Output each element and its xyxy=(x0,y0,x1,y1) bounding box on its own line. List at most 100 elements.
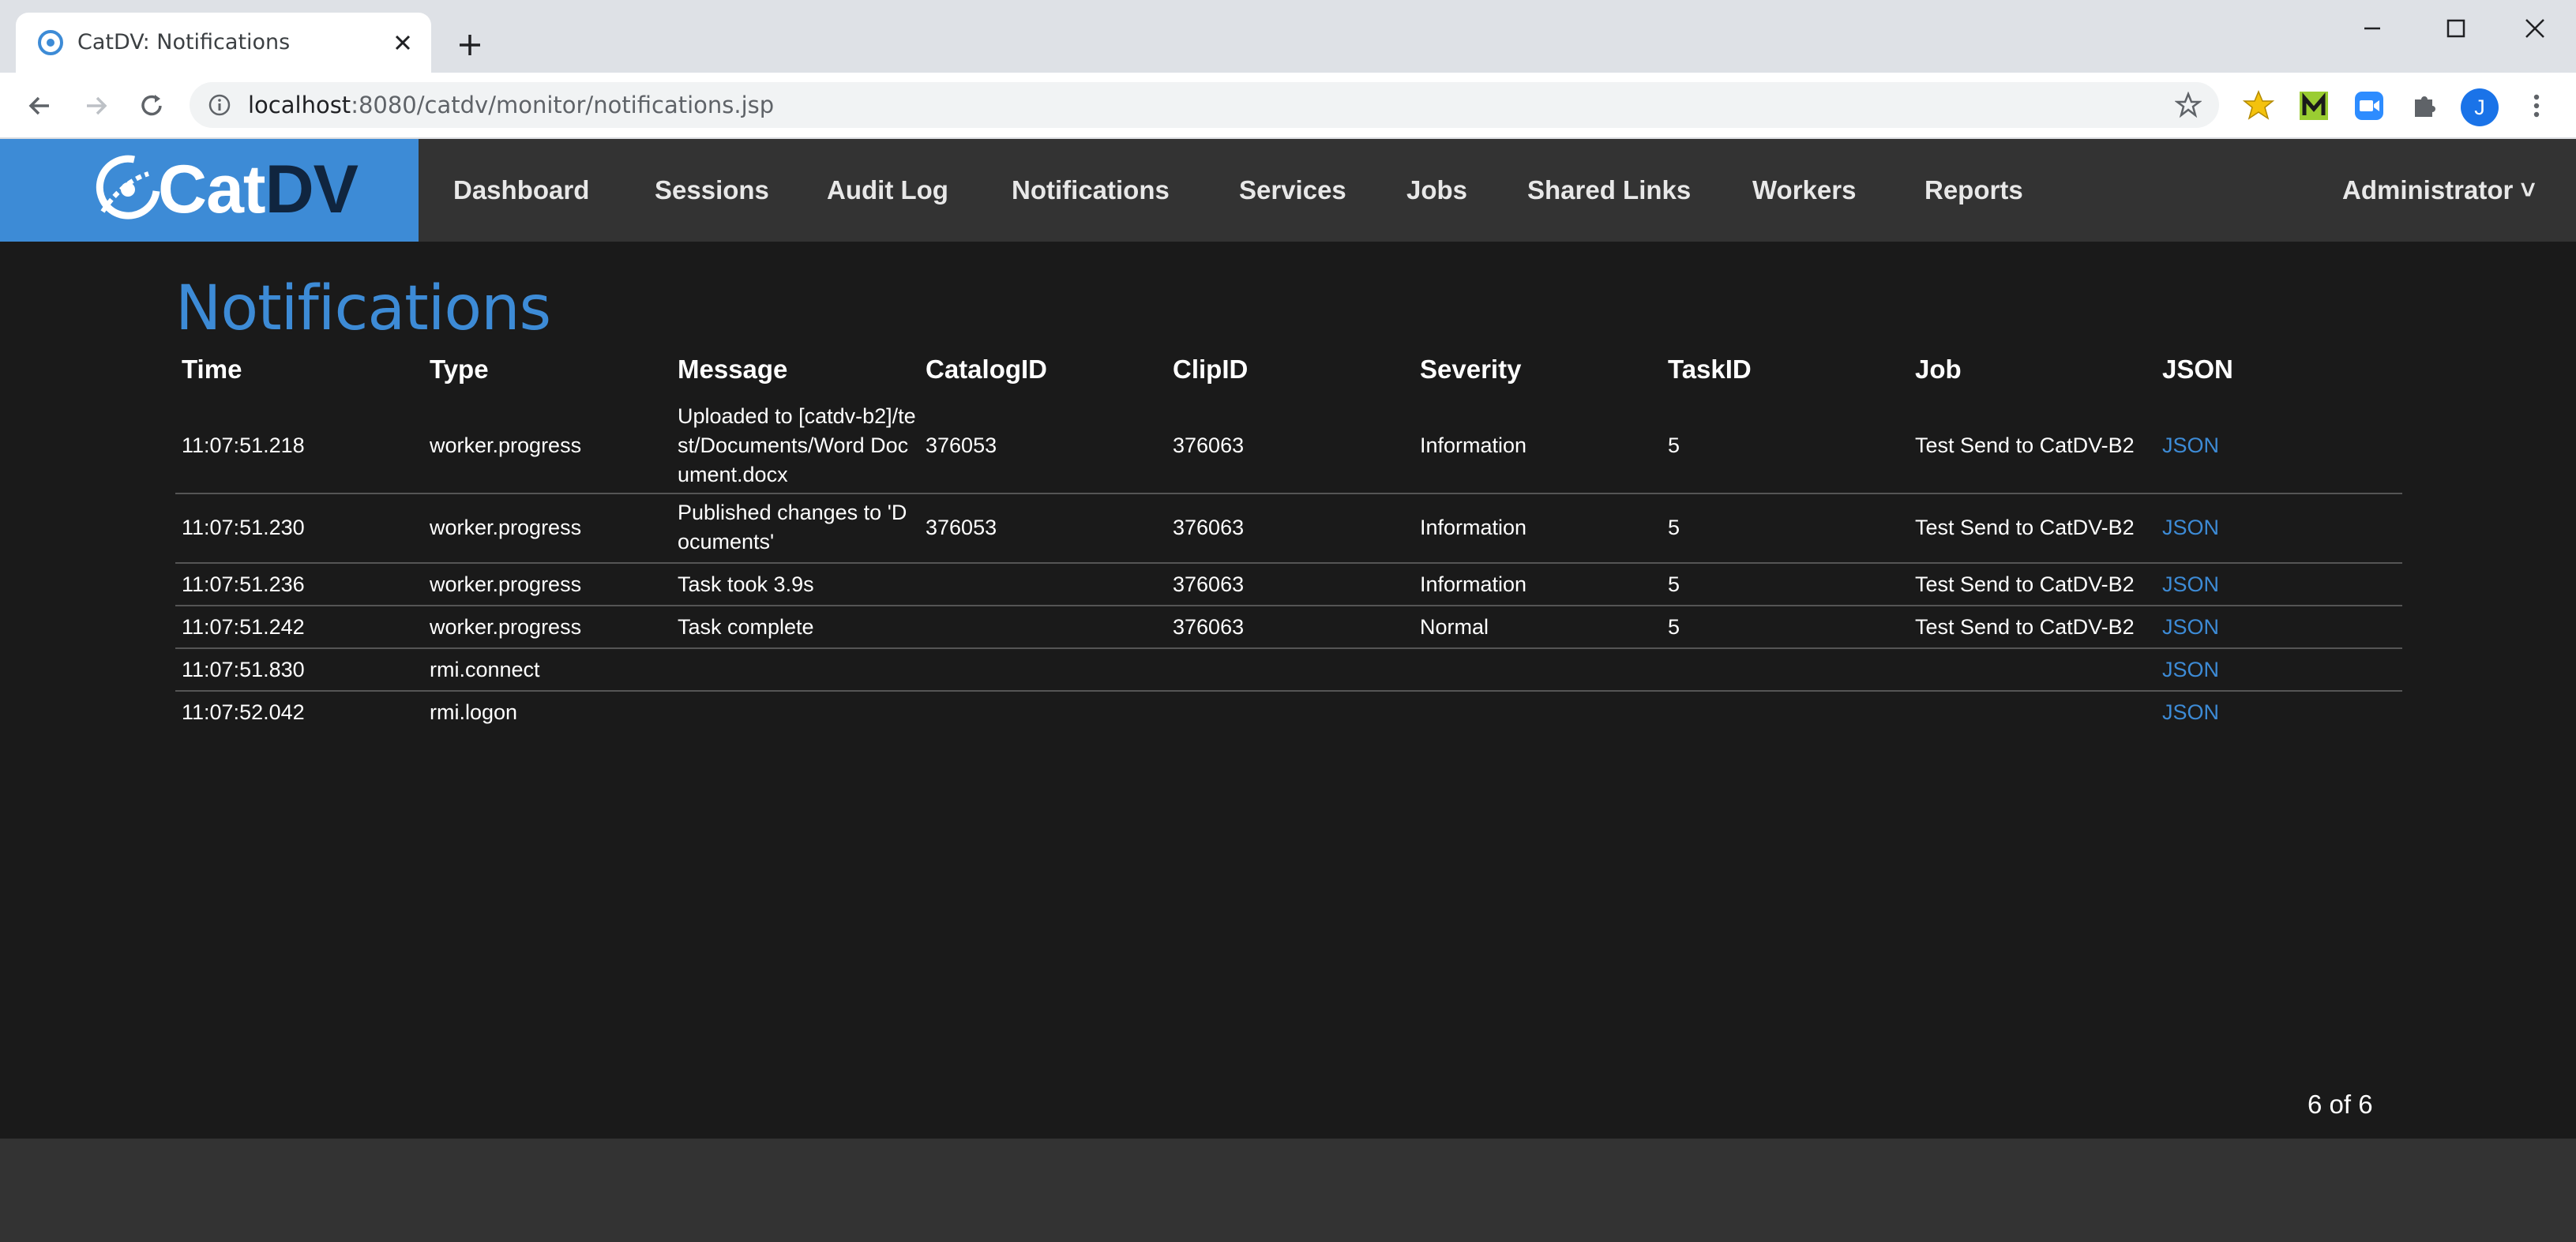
cell-json[interactable]: JSON xyxy=(2162,606,2219,647)
cell-job: Test Send to CatDV-B2 xyxy=(1915,564,2135,605)
cell-text: Test Send to CatDV-B2 xyxy=(1915,614,2135,639)
bookmarks-star-extension-icon[interactable] xyxy=(2241,88,2276,123)
extensions-puzzle-icon[interactable] xyxy=(2407,88,2442,123)
cell-message: Published changes to 'Documents' xyxy=(678,493,918,562)
cell-message: Uploaded to [catdv-b2]/test/Documents/Wo… xyxy=(678,398,918,493)
cell-taskid: 5 xyxy=(1668,398,1680,493)
col-header-json[interactable]: JSON xyxy=(2162,347,2233,392)
close-window-icon[interactable] xyxy=(2519,13,2551,44)
cell-job: Test Send to CatDV-B2 xyxy=(1915,398,2135,493)
page-title: Notifications xyxy=(175,273,551,344)
cell-json[interactable]: JSON xyxy=(2162,493,2219,562)
new-tab-icon[interactable] xyxy=(453,28,486,62)
cell-severity: Information xyxy=(1420,398,1526,493)
cell-clipid: 376063 xyxy=(1173,398,1244,493)
cell-text: 376063 xyxy=(1173,515,1245,539)
catdv-favicon-icon xyxy=(38,30,63,55)
bookmark-star-icon[interactable] xyxy=(2175,92,2202,118)
cell-severity: Normal xyxy=(1420,606,1489,647)
url-host: localhost xyxy=(248,92,351,118)
nav-notifications[interactable]: Notifications xyxy=(1012,139,1170,242)
cell-taskid: 5 xyxy=(1668,493,1680,562)
cell-text: 376063 xyxy=(1173,614,1245,639)
tab-title: CatDV: Notifications xyxy=(77,30,291,54)
json-link[interactable]: JSON xyxy=(2162,513,2219,542)
cell-text: Task complete xyxy=(678,614,814,639)
cell-time: 11:07:52.042 xyxy=(182,692,305,733)
page-footer xyxy=(0,1139,2576,1242)
json-link[interactable]: JSON xyxy=(2162,655,2219,685)
back-arrow-icon[interactable] xyxy=(22,88,57,123)
close-tab-icon[interactable] xyxy=(389,28,417,57)
col-header-severity[interactable]: Severity xyxy=(1420,347,1521,392)
table-row: 11:07:51.230 worker.progress Published cha… xyxy=(175,493,2402,564)
minimize-icon[interactable] xyxy=(2356,13,2388,44)
col-header-time[interactable]: Time xyxy=(182,347,242,392)
nav-services[interactable]: Services xyxy=(1239,139,1346,242)
nav-dashboard[interactable]: Dashboard xyxy=(453,139,589,242)
forward-arrow-icon[interactable] xyxy=(79,88,114,123)
film-reel-logo-icon xyxy=(96,155,160,220)
cell-text: worker.progress xyxy=(430,614,582,639)
col-header-job[interactable]: Job xyxy=(1915,347,1962,392)
cell-json[interactable]: JSON xyxy=(2162,398,2219,493)
cell-text: 11:07:51.242 xyxy=(182,614,305,639)
nav-audit-log[interactable]: Audit Log xyxy=(827,139,948,242)
profile-avatar[interactable]: J xyxy=(2461,88,2499,126)
json-link[interactable]: JSON xyxy=(2162,570,2219,599)
reload-icon[interactable] xyxy=(134,88,169,123)
table-header-row: Time Type Message CatalogID ClipID Sever… xyxy=(175,347,2402,392)
address-bar[interactable]: localhost:8080/catdv/monitor/notificatio… xyxy=(190,82,2219,128)
col-header-message[interactable]: Message xyxy=(678,347,787,392)
nav-jobs[interactable]: Jobs xyxy=(1406,139,1467,242)
cell-text: Information xyxy=(1420,572,1527,596)
cell-job: Test Send to CatDV-B2 xyxy=(1915,606,2135,647)
nav-sessions[interactable]: Sessions xyxy=(655,139,769,242)
zoom-extension-icon[interactable] xyxy=(2352,88,2386,123)
cell-text: 5 xyxy=(1668,515,1680,539)
cell-text: 11:07:51.218 xyxy=(182,433,305,457)
cell-time: 11:07:51.218 xyxy=(182,398,305,493)
cell-text: 11:07:51.830 xyxy=(182,657,305,681)
cell-message xyxy=(678,692,918,733)
cell-type: worker.progress xyxy=(430,398,581,493)
m-extension-icon[interactable] xyxy=(2296,88,2331,123)
cell-type: worker.progress xyxy=(430,606,581,647)
nav-workers[interactable]: Workers xyxy=(1752,139,1856,242)
browser-toolbar: localhost:8080/catdv/monitor/notificatio… xyxy=(0,73,2576,139)
catdv-logo[interactable]: CatDV xyxy=(0,139,419,242)
col-header-catalogid[interactable]: CatalogID xyxy=(926,347,1047,392)
nav-shared-links[interactable]: Shared Links xyxy=(1527,139,1691,242)
cell-json[interactable]: JSON xyxy=(2162,649,2219,690)
cell-text: 11:07:51.230 xyxy=(182,515,305,539)
browser-menu-icon[interactable] xyxy=(2519,88,2554,123)
url-text[interactable]: localhost:8080/catdv/monitor/notificatio… xyxy=(248,82,774,128)
browser-tab[interactable]: CatDV: Notifications xyxy=(16,13,431,73)
cell-catalogid: 376053 xyxy=(926,398,997,493)
table-row: 11:07:52.042 rmi.logon JSON xyxy=(175,692,2402,733)
cell-clipid: 376063 xyxy=(1173,493,1244,562)
col-header-clipid[interactable]: ClipID xyxy=(1173,347,1248,392)
json-link[interactable]: JSON xyxy=(2162,431,2219,460)
col-header-type[interactable]: Type xyxy=(430,347,489,392)
maximize-icon[interactable] xyxy=(2440,13,2472,44)
cell-clipid: 376063 xyxy=(1173,564,1244,605)
json-link[interactable]: JSON xyxy=(2162,698,2219,727)
cell-severity: Information xyxy=(1420,493,1526,562)
cell-text: Information xyxy=(1420,433,1527,457)
cell-text: Normal xyxy=(1420,614,1489,639)
col-header-taskid[interactable]: TaskID xyxy=(1668,347,1752,392)
cell-type: worker.progress xyxy=(430,564,581,605)
cell-text: 376053 xyxy=(926,433,997,457)
cell-type: rmi.logon xyxy=(430,692,517,733)
site-info-icon[interactable] xyxy=(207,92,232,118)
cell-taskid: 5 xyxy=(1668,606,1680,647)
json-link[interactable]: JSON xyxy=(2162,613,2219,642)
user-menu-dropdown[interactable]: Administrator ˅ xyxy=(2342,139,2536,242)
nav-reports[interactable]: Reports xyxy=(1924,139,2023,242)
cell-json[interactable]: JSON xyxy=(2162,564,2219,605)
cell-text: Test Send to CatDV-B2 xyxy=(1915,572,2135,596)
cell-json[interactable]: JSON xyxy=(2162,692,2219,733)
browser-tabstrip: CatDV: Notifications xyxy=(0,0,2576,73)
cell-text: Task took 3.9s xyxy=(678,572,814,596)
